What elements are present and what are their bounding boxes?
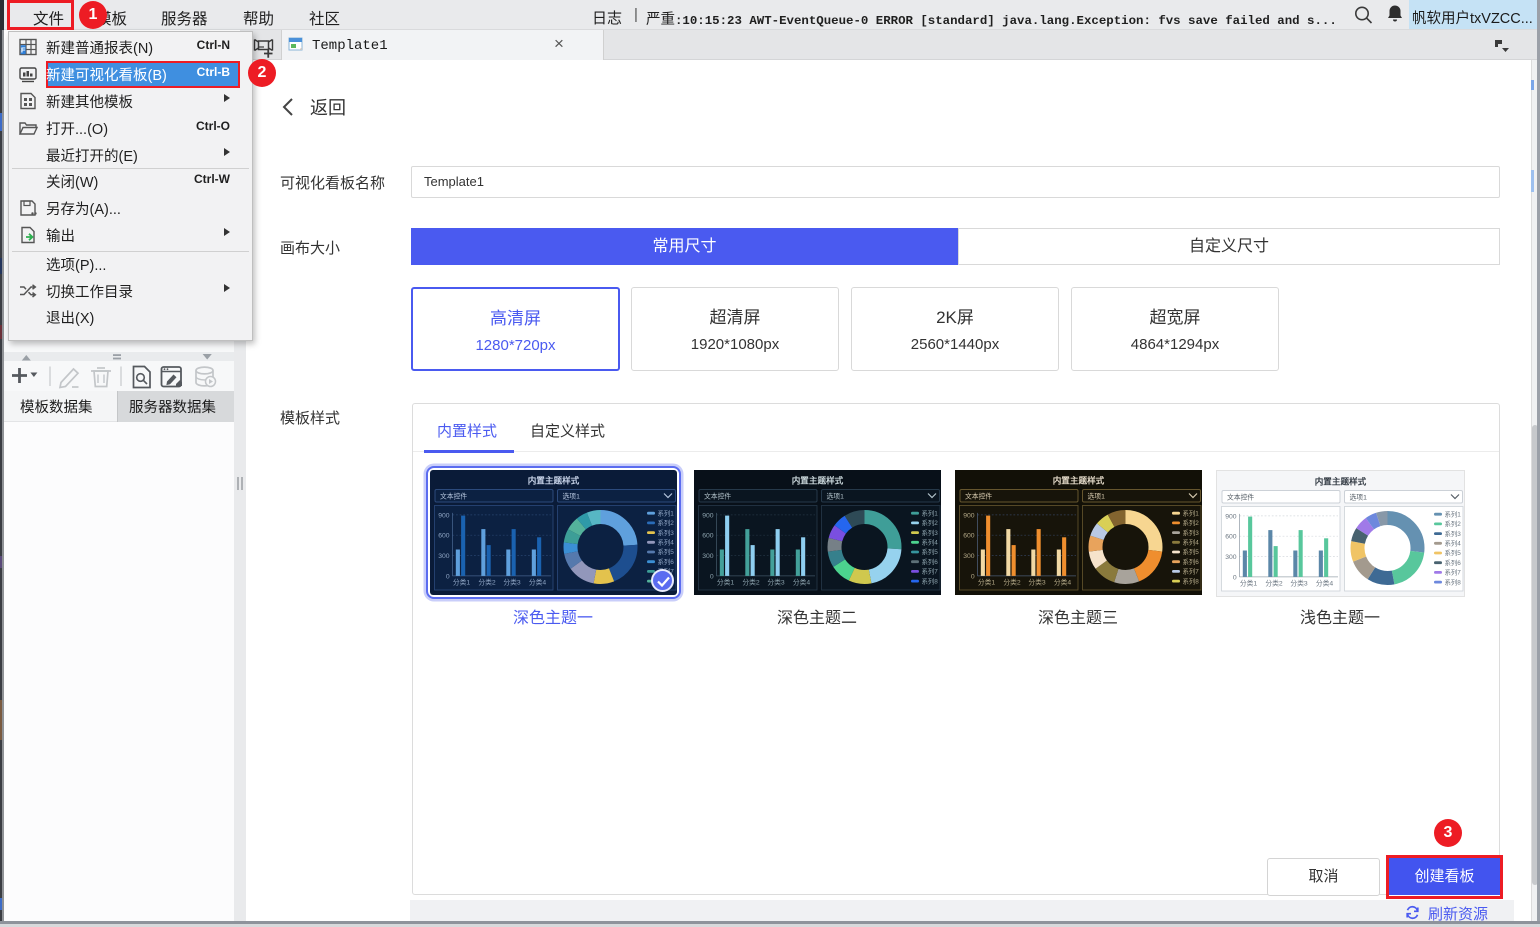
svg-text:0: 0 bbox=[971, 573, 975, 580]
svg-text:系列8: 系列8 bbox=[922, 576, 939, 585]
svg-text:系列6: 系列6 bbox=[1445, 558, 1462, 567]
svg-text:分类3: 分类3 bbox=[1290, 579, 1308, 588]
svg-text:分类3: 分类3 bbox=[767, 578, 785, 587]
svg-text:选项1: 选项1 bbox=[827, 492, 845, 501]
svg-text:600: 600 bbox=[963, 533, 975, 540]
svg-text:0: 0 bbox=[710, 573, 714, 580]
svg-text:系列1: 系列1 bbox=[922, 508, 939, 517]
svg-text:分类1: 分类1 bbox=[453, 578, 471, 587]
svg-text:系列4: 系列4 bbox=[922, 538, 939, 547]
svg-text:系列5: 系列5 bbox=[1445, 548, 1462, 557]
svg-text:分类1: 分类1 bbox=[717, 578, 735, 587]
svg-text:系列6: 系列6 bbox=[658, 557, 675, 566]
svg-text:900: 900 bbox=[438, 512, 450, 519]
svg-text:系列3: 系列3 bbox=[1183, 528, 1200, 537]
svg-text:900: 900 bbox=[702, 512, 714, 519]
svg-text:系列6: 系列6 bbox=[922, 557, 939, 566]
svg-text:内置主题样式: 内置主题样式 bbox=[792, 475, 844, 486]
svg-text:系列7: 系列7 bbox=[1445, 568, 1462, 577]
svg-text:文本控件: 文本控件 bbox=[965, 492, 992, 501]
svg-text:分类3: 分类3 bbox=[1028, 578, 1046, 587]
svg-text:分类4: 分类4 bbox=[1316, 579, 1334, 588]
svg-text:系列7: 系列7 bbox=[1183, 567, 1200, 576]
svg-text:系列1: 系列1 bbox=[658, 508, 675, 517]
svg-text:分类2: 分类2 bbox=[742, 578, 760, 587]
svg-text:系列2: 系列2 bbox=[658, 518, 675, 527]
svg-text:分类2: 分类2 bbox=[1003, 578, 1021, 587]
svg-text:文本控件: 文本控件 bbox=[440, 492, 467, 501]
svg-text:系列5: 系列5 bbox=[658, 547, 675, 556]
svg-text:系列2: 系列2 bbox=[922, 518, 939, 527]
svg-text:系列3: 系列3 bbox=[658, 528, 675, 537]
svg-text:0: 0 bbox=[446, 573, 450, 580]
svg-text:900: 900 bbox=[963, 512, 975, 519]
svg-text:600: 600 bbox=[438, 533, 450, 540]
svg-text:分类1: 分类1 bbox=[978, 578, 996, 587]
svg-text:分类4: 分类4 bbox=[793, 578, 811, 587]
svg-text:系列8: 系列8 bbox=[1445, 577, 1462, 586]
svg-text:系列1: 系列1 bbox=[1183, 508, 1200, 517]
svg-text:系列8: 系列8 bbox=[1183, 576, 1200, 585]
svg-text:分类1: 分类1 bbox=[1240, 579, 1258, 588]
svg-text:900: 900 bbox=[1225, 513, 1237, 520]
svg-text:内置主题样式: 内置主题样式 bbox=[1315, 476, 1367, 487]
svg-text:300: 300 bbox=[1225, 554, 1237, 561]
svg-text:选项1: 选项1 bbox=[563, 492, 581, 501]
svg-text:300: 300 bbox=[963, 553, 975, 560]
svg-text:系列3: 系列3 bbox=[1445, 529, 1462, 538]
svg-text:分类4: 分类4 bbox=[1054, 578, 1072, 587]
svg-text:系列5: 系列5 bbox=[1183, 547, 1200, 556]
svg-text:选项1: 选项1 bbox=[1088, 492, 1106, 501]
svg-text:分类2: 分类2 bbox=[1265, 579, 1283, 588]
svg-text:系列3: 系列3 bbox=[922, 528, 939, 537]
svg-text:内置主题样式: 内置主题样式 bbox=[528, 475, 580, 486]
svg-text:0: 0 bbox=[1233, 574, 1237, 581]
svg-text:系列5: 系列5 bbox=[922, 547, 939, 556]
svg-text:文本控件: 文本控件 bbox=[704, 492, 731, 501]
svg-text:选项1: 选项1 bbox=[1350, 493, 1368, 502]
svg-text:300: 300 bbox=[702, 553, 714, 560]
svg-text:系列4: 系列4 bbox=[1183, 538, 1200, 547]
svg-text:系列4: 系列4 bbox=[1445, 539, 1462, 548]
svg-text:分类2: 分类2 bbox=[478, 578, 496, 587]
svg-text:内置主题样式: 内置主题样式 bbox=[1053, 475, 1105, 486]
svg-text:系列2: 系列2 bbox=[1445, 519, 1462, 528]
svg-text:系列2: 系列2 bbox=[1183, 518, 1200, 527]
svg-text:分类4: 分类4 bbox=[529, 578, 547, 587]
svg-text:分类3: 分类3 bbox=[503, 578, 521, 587]
svg-text:系列4: 系列4 bbox=[658, 538, 675, 547]
svg-text:600: 600 bbox=[1225, 534, 1237, 541]
svg-text:系列6: 系列6 bbox=[1183, 557, 1200, 566]
svg-text:系列1: 系列1 bbox=[1445, 509, 1462, 518]
svg-text:系列7: 系列7 bbox=[922, 567, 939, 576]
svg-text:F: F bbox=[21, 46, 26, 55]
svg-text:文本控件: 文本控件 bbox=[1227, 493, 1254, 502]
svg-text:300: 300 bbox=[438, 553, 450, 560]
svg-text:600: 600 bbox=[702, 533, 714, 540]
